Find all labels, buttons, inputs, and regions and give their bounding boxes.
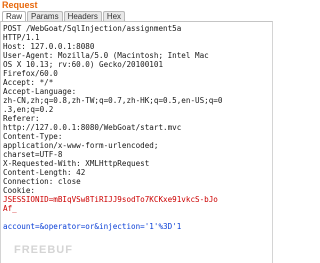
request-panel: Request Raw Params Headers Hex POST /Web… bbox=[0, 0, 273, 263]
cookie-value-line: JSESSIONID=mBIqVSw8TiRIJJ9sodTo7KCKxe91v… bbox=[3, 195, 218, 204]
header-line: Content-Length: 42 bbox=[3, 168, 86, 177]
raw-request-editor[interactable]: POST /WebGoat/SqlInjection/assignment5a … bbox=[0, 21, 273, 263]
request-title: Request bbox=[2, 0, 38, 10]
header-line: application/x-www-form-urlencoded; bbox=[3, 141, 159, 150]
request-body-line: account=&operator=or&injection='1'%3D'1 bbox=[3, 222, 182, 231]
header-line: Firefox/60.0 bbox=[3, 69, 58, 78]
header-line: OS X 10.13; rv:60.0) Gecko/20100101 bbox=[3, 60, 164, 69]
header-line: Accept-Language: bbox=[3, 87, 77, 96]
header-line: .3,en;q=0.2 bbox=[3, 105, 54, 114]
header-line: charset=UTF-8 bbox=[3, 150, 63, 159]
header-line: Connection: close bbox=[3, 177, 81, 186]
header-line: Referer: bbox=[3, 114, 40, 123]
header-line: http://127.0.0.1:8080/WebGoat/start.mvc bbox=[3, 123, 182, 132]
freebuf-watermark: FREEBUF bbox=[14, 244, 73, 256]
cookie-value-line: Af_ bbox=[3, 204, 17, 213]
header-line: zh-CN,zh;q=0.8,zh-TW;q=0.7,zh-HK;q=0.5,e… bbox=[3, 96, 223, 105]
header-line: User-Agent: Mozilla/5.0 (Macintosh; Inte… bbox=[3, 51, 209, 60]
header-line: Host: 127.0.0.1:8080 bbox=[3, 42, 95, 51]
request-line: HTTP/1.1 bbox=[3, 33, 40, 42]
header-line: Content-Type: bbox=[3, 132, 63, 141]
request-line: POST /WebGoat/SqlInjection/assignment5a bbox=[3, 24, 182, 33]
header-line: Accept: */* bbox=[3, 78, 54, 87]
header-line: Cookie: bbox=[3, 186, 36, 195]
header-line: X-Requested-With: XMLHttpRequest bbox=[3, 159, 150, 168]
